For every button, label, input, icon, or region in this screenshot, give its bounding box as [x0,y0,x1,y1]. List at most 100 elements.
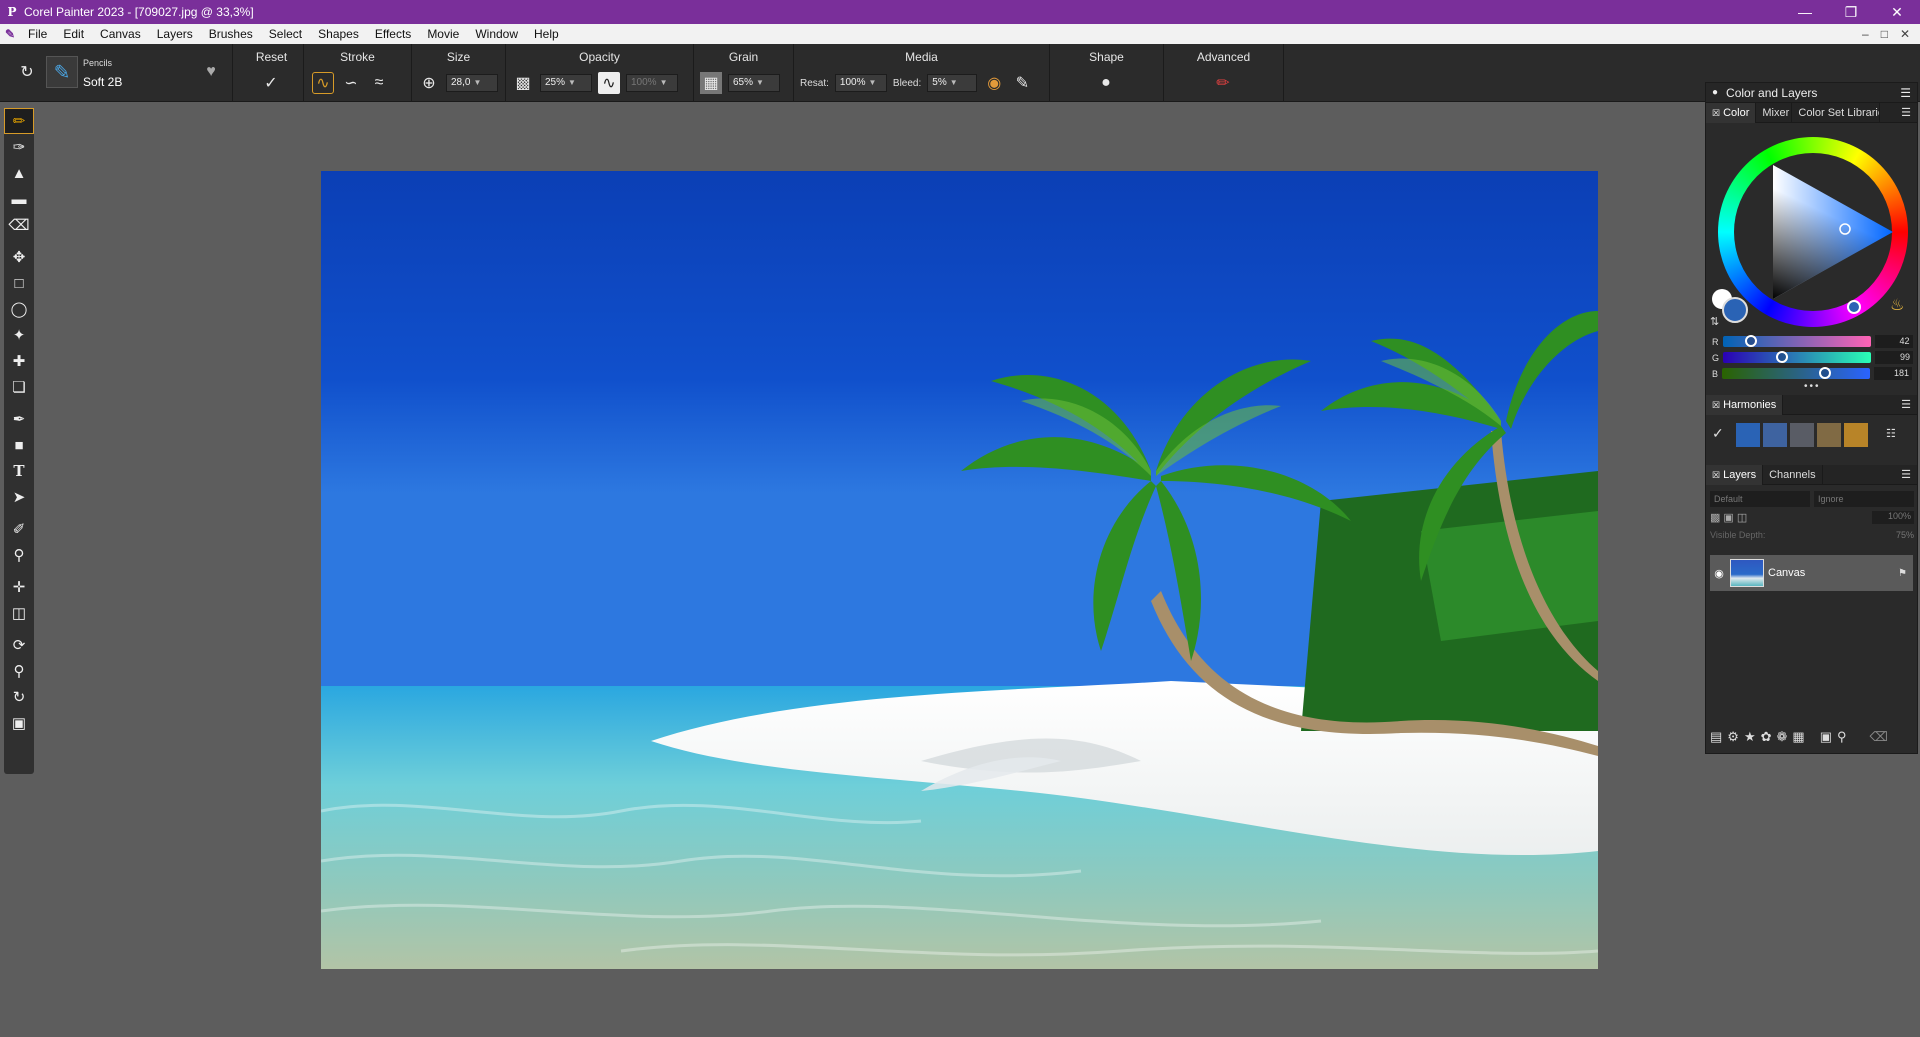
color-triangle[interactable] [1718,137,1908,327]
opacity-secondary-field[interactable]: 100% ▼ [626,74,678,92]
panel-header[interactable]: ● Color and Layers ☰ [1706,83,1917,103]
visible-depth-value[interactable]: 75% [1872,530,1914,540]
swap-colors-icon[interactable]: ⇅ [1710,315,1719,328]
harmonies-menu-icon[interactable]: ☰ [1901,398,1917,411]
reset-tool-icon[interactable]: ↻ [16,61,38,83]
shape-selection-icon[interactable]: ➤ [4,484,34,510]
size-field[interactable]: 28,0 ▼ [446,74,498,92]
layer-attributes-icon[interactable]: ▤ [1710,729,1722,745]
opacity-field[interactable]: 25% ▼ [540,74,592,92]
panel-menu-icon[interactable]: ☰ [1900,86,1911,100]
pen-tool-icon[interactable]: ✒ [4,406,34,432]
dropper-tool-icon[interactable]: ✑ [4,134,34,160]
brush-tool-icon[interactable]: ✏ [4,108,34,134]
grain-field[interactable]: 65% ▼ [728,74,780,92]
new-liquid-ink-layer-icon[interactable]: ❁ [1777,729,1788,745]
gradient-tool-icon[interactable]: ▬ [4,186,34,212]
layers-close-icon[interactable]: ☒ [1712,470,1720,480]
menu-shapes[interactable]: Shapes [310,27,367,41]
harmony-swatch[interactable] [1763,423,1787,447]
tab-close-icon[interactable]: ☒ [1712,108,1720,118]
tab-harmonies[interactable]: ☒ Harmonies [1706,394,1784,415]
brush-dab-icon[interactable]: ✎ [46,56,78,88]
doc-restore-button[interactable]: □ [1881,27,1888,41]
color-variability-icon[interactable]: ♨ [1890,295,1904,315]
blend-tool-icon[interactable]: ✛ [4,574,34,600]
crop-tool-icon[interactable]: ❏ [4,374,34,400]
perspective-tool-icon[interactable]: ◫ [4,600,34,626]
rect-select-icon[interactable]: □ [4,270,34,296]
freehand-stroke-icon[interactable]: ∿ [312,72,334,94]
harmony-swatch[interactable] [1790,423,1814,447]
menu-select[interactable]: Select [261,27,310,41]
layer-name[interactable]: Canvas [1768,567,1805,579]
straight-stroke-icon[interactable]: ∽ [340,72,362,94]
menu-canvas[interactable]: Canvas [92,27,149,41]
minimize-button[interactable]: — [1782,4,1828,20]
composite-method-select[interactable]: Default [1710,491,1810,507]
layer-commands-icon[interactable]: ⚙ [1727,729,1739,745]
menu-help[interactable]: Help [526,27,567,41]
harmonies-close-icon[interactable]: ☒ [1712,400,1720,410]
new-watercolor-layer-icon[interactable]: ✿ [1761,729,1772,745]
green-slider-thumb[interactable] [1775,351,1788,363]
preserve-transparency-icon[interactable]: ▩ [1710,511,1720,524]
red-slider-thumb[interactable] [1744,335,1757,347]
delete-layer-icon[interactable]: ⌫ [1870,729,1888,745]
harmony-swatch[interactable] [1817,423,1841,447]
transform-tool-icon[interactable]: ✥ [4,244,34,270]
magic-wand-icon[interactable]: ✦ [4,322,34,348]
menu-brushes[interactable]: Brushes [201,27,261,41]
close-button[interactable]: ✕ [1874,4,1920,21]
resat-field[interactable]: 100% ▼ [834,74,887,92]
brush-category-label[interactable]: Pencils [83,58,112,68]
text-tool-icon[interactable]: T [4,458,34,484]
opacity-expression-icon[interactable]: ∿ [598,72,620,94]
restore-button[interactable]: ❐ [1828,4,1874,21]
menu-window[interactable]: Window [467,27,526,41]
layer-opacity-field[interactable]: 100% [1872,511,1914,524]
favorite-heart-icon[interactable]: ♥ [200,61,222,83]
bleed-field[interactable]: 5% ▼ [927,74,978,92]
visibility-eye-icon[interactable]: ◉ [1710,567,1728,580]
harmony-swatch[interactable] [1844,423,1868,447]
canvas-image[interactable] [321,171,1598,969]
doc-close-button[interactable]: ✕ [1900,27,1910,41]
blue-slider[interactable] [1722,367,1871,379]
green-slider[interactable] [1723,351,1872,363]
magnifier-icon[interactable]: ⚲ [4,658,34,684]
stroke-attributes-icon[interactable]: ≈ [368,72,390,94]
harmony-rule-icon[interactable]: ✓ [1712,425,1724,442]
color-wheel[interactable] [1718,137,1908,327]
app-menu-icon[interactable]: ✎ [0,27,20,41]
menu-effects[interactable]: Effects [367,27,419,41]
color-expand-dots-icon[interactable]: ••• [1804,381,1821,392]
selection-adjuster-icon[interactable]: ✚ [4,348,34,374]
blue-slider-thumb[interactable] [1818,367,1831,379]
rubber-stamp-icon[interactable]: ⚲ [4,542,34,568]
brush-variant-label[interactable]: Soft 2B [83,75,122,89]
media-dropper-icon[interactable]: ✎ [1011,72,1033,94]
paint-bucket-icon[interactable]: ▲ [4,160,34,186]
green-value[interactable]: 99 [1875,351,1914,364]
shape-dab-icon[interactable]: ● [1095,72,1117,94]
layer-mask-icon[interactable]: ▣ [1820,729,1832,745]
layers-menu-icon[interactable]: ☰ [1901,468,1917,481]
shape-tool-icon[interactable]: ■ [4,432,34,458]
red-value[interactable]: 42 [1874,335,1913,348]
tab-layers[interactable]: ☒ Layers [1706,464,1764,485]
harmony-swatch[interactable] [1736,423,1760,447]
menu-edit[interactable]: Edit [55,27,92,41]
main-color-swatch[interactable] [1722,297,1748,323]
tab-mixer[interactable]: Mixer [1756,102,1793,123]
eraser-tool-icon[interactable]: ⌫ [4,212,34,238]
cloner-tool-icon[interactable]: ✐ [4,516,34,542]
menu-file[interactable]: File [20,27,55,41]
navigator-icon[interactable]: ▣ [4,710,34,736]
blue-value[interactable]: 181 [1874,367,1913,380]
color-tabs-menu-icon[interactable]: ☰ [1901,106,1917,119]
rotate-page-icon[interactable]: ↻ [4,684,34,710]
layer-row-canvas[interactable]: ◉ Canvas ⚑ [1710,555,1913,591]
harmony-lock-icon[interactable]: ☷ [1886,427,1896,440]
doc-minimize-button[interactable]: – [1862,27,1869,41]
